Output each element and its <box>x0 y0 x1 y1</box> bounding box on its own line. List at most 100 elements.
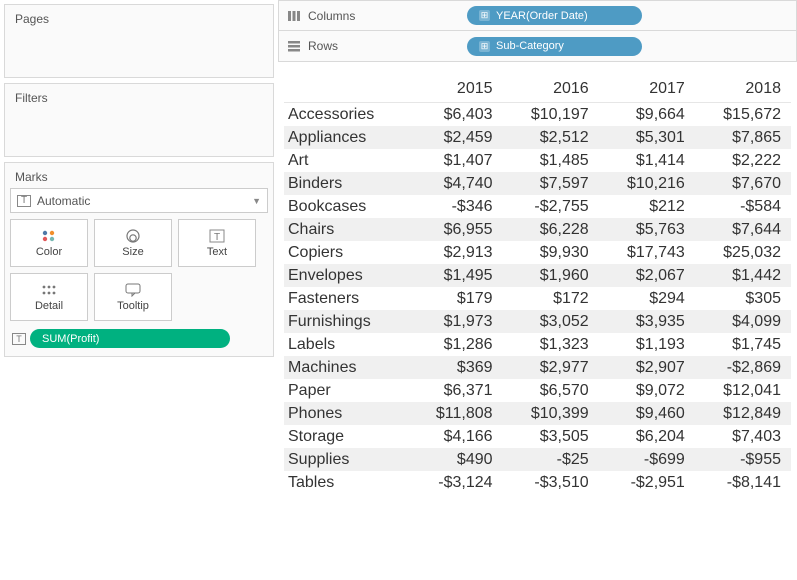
row-header[interactable]: Paper <box>284 379 408 402</box>
cell-value[interactable]: $1,442 <box>695 264 791 287</box>
cell-value[interactable]: $25,032 <box>695 241 791 264</box>
columns-shelf[interactable]: Columns ⊞ YEAR(Order Date) <box>278 0 797 31</box>
detail-card[interactable]: Detail <box>10 273 88 321</box>
cell-value[interactable]: $172 <box>503 287 599 310</box>
row-header[interactable]: Labels <box>284 333 408 356</box>
row-header[interactable]: Fasteners <box>284 287 408 310</box>
cell-value[interactable]: $9,072 <box>599 379 695 402</box>
row-header[interactable]: Copiers <box>284 241 408 264</box>
cell-value[interactable]: $5,763 <box>599 218 695 241</box>
cell-value[interactable]: $294 <box>599 287 695 310</box>
row-header[interactable]: Art <box>284 149 408 172</box>
cell-value[interactable]: $1,414 <box>599 149 695 172</box>
cell-value[interactable]: $15,672 <box>695 103 791 127</box>
cell-value[interactable]: -$25 <box>503 448 599 471</box>
row-header[interactable]: Furnishings <box>284 310 408 333</box>
mark-type-dropdown[interactable]: T Automatic ▼ <box>10 188 268 213</box>
column-header[interactable]: 2015 <box>408 76 503 103</box>
cell-value[interactable]: $12,849 <box>695 402 791 425</box>
cell-value[interactable]: $2,459 <box>408 126 503 149</box>
cell-value[interactable]: $1,407 <box>408 149 503 172</box>
cell-value[interactable]: $10,216 <box>599 172 695 195</box>
column-header[interactable]: 2017 <box>599 76 695 103</box>
cell-value[interactable]: $212 <box>599 195 695 218</box>
text-card[interactable]: T Text <box>178 219 256 267</box>
cell-value[interactable]: $6,204 <box>599 425 695 448</box>
cell-value[interactable]: $6,955 <box>408 218 503 241</box>
cell-value[interactable]: $2,977 <box>503 356 599 379</box>
cell-value[interactable]: $9,460 <box>599 402 695 425</box>
cell-value[interactable]: -$8,141 <box>695 471 791 494</box>
cell-value[interactable]: -$3,510 <box>503 471 599 494</box>
cell-value[interactable]: $2,913 <box>408 241 503 264</box>
row-header[interactable]: Machines <box>284 356 408 379</box>
cell-value[interactable]: $7,865 <box>695 126 791 149</box>
cell-value[interactable]: $6,403 <box>408 103 503 127</box>
cell-value[interactable]: $4,099 <box>695 310 791 333</box>
cell-value[interactable]: $2,222 <box>695 149 791 172</box>
cell-value[interactable]: $3,505 <box>503 425 599 448</box>
cell-value[interactable]: -$2,755 <box>503 195 599 218</box>
row-header[interactable]: Bookcases <box>284 195 408 218</box>
cell-value[interactable]: $6,570 <box>503 379 599 402</box>
cell-value[interactable]: $7,597 <box>503 172 599 195</box>
cell-value[interactable]: $7,670 <box>695 172 791 195</box>
row-header[interactable]: Accessories <box>284 103 408 127</box>
rows-shelf[interactable]: Rows ⊞ Sub-Category <box>278 31 797 62</box>
cell-value[interactable]: $7,644 <box>695 218 791 241</box>
cell-value[interactable]: $2,907 <box>599 356 695 379</box>
cell-value[interactable]: $6,371 <box>408 379 503 402</box>
cell-value[interactable]: $179 <box>408 287 503 310</box>
cell-value[interactable]: $1,286 <box>408 333 503 356</box>
row-header[interactable]: Envelopes <box>284 264 408 287</box>
column-header[interactable]: 2018 <box>695 76 791 103</box>
cell-value[interactable]: -$2,951 <box>599 471 695 494</box>
row-header[interactable]: Tables <box>284 471 408 494</box>
cell-value[interactable]: $1,960 <box>503 264 599 287</box>
cell-value[interactable]: $1,495 <box>408 264 503 287</box>
sub-category-pill[interactable]: ⊞ Sub-Category <box>467 37 642 56</box>
cell-value[interactable]: $6,228 <box>503 218 599 241</box>
year-order-date-pill[interactable]: ⊞ YEAR(Order Date) <box>467 6 642 25</box>
row-header[interactable]: Supplies <box>284 448 408 471</box>
cell-value[interactable]: $2,067 <box>599 264 695 287</box>
cell-value[interactable]: -$699 <box>599 448 695 471</box>
cell-value[interactable]: $5,301 <box>599 126 695 149</box>
cell-value[interactable]: $2,512 <box>503 126 599 149</box>
row-header[interactable]: Chairs <box>284 218 408 241</box>
cell-value[interactable]: -$346 <box>408 195 503 218</box>
cell-value[interactable]: $3,935 <box>599 310 695 333</box>
cell-value[interactable]: $11,808 <box>408 402 503 425</box>
cell-value[interactable]: $3,052 <box>503 310 599 333</box>
cell-value[interactable]: $1,193 <box>599 333 695 356</box>
cell-value[interactable]: -$955 <box>695 448 791 471</box>
cell-value[interactable]: -$2,869 <box>695 356 791 379</box>
color-card[interactable]: Color <box>10 219 88 267</box>
cell-value[interactable]: $7,403 <box>695 425 791 448</box>
cell-value[interactable]: $1,323 <box>503 333 599 356</box>
column-header[interactable]: 2016 <box>503 76 599 103</box>
cell-value[interactable]: $17,743 <box>599 241 695 264</box>
cell-value[interactable]: $4,166 <box>408 425 503 448</box>
cell-value[interactable]: $1,485 <box>503 149 599 172</box>
cell-value[interactable]: -$584 <box>695 195 791 218</box>
sum-profit-pill[interactable]: SUM(Profit) <box>30 329 230 348</box>
row-header[interactable]: Phones <box>284 402 408 425</box>
cell-value[interactable]: $9,930 <box>503 241 599 264</box>
cell-value[interactable]: $9,664 <box>599 103 695 127</box>
cell-value[interactable]: $369 <box>408 356 503 379</box>
cell-value[interactable]: $10,399 <box>503 402 599 425</box>
cell-value[interactable]: -$3,124 <box>408 471 503 494</box>
cell-value[interactable]: $490 <box>408 448 503 471</box>
cell-value[interactable]: $305 <box>695 287 791 310</box>
tooltip-card[interactable]: Tooltip <box>94 273 172 321</box>
cell-value[interactable]: $4,740 <box>408 172 503 195</box>
cell-value[interactable]: $12,041 <box>695 379 791 402</box>
size-card[interactable]: Size <box>94 219 172 267</box>
cell-value[interactable]: $10,197 <box>503 103 599 127</box>
row-header[interactable]: Appliances <box>284 126 408 149</box>
cell-value[interactable]: $1,973 <box>408 310 503 333</box>
row-header[interactable]: Binders <box>284 172 408 195</box>
row-header[interactable]: Storage <box>284 425 408 448</box>
cell-value[interactable]: $1,745 <box>695 333 791 356</box>
